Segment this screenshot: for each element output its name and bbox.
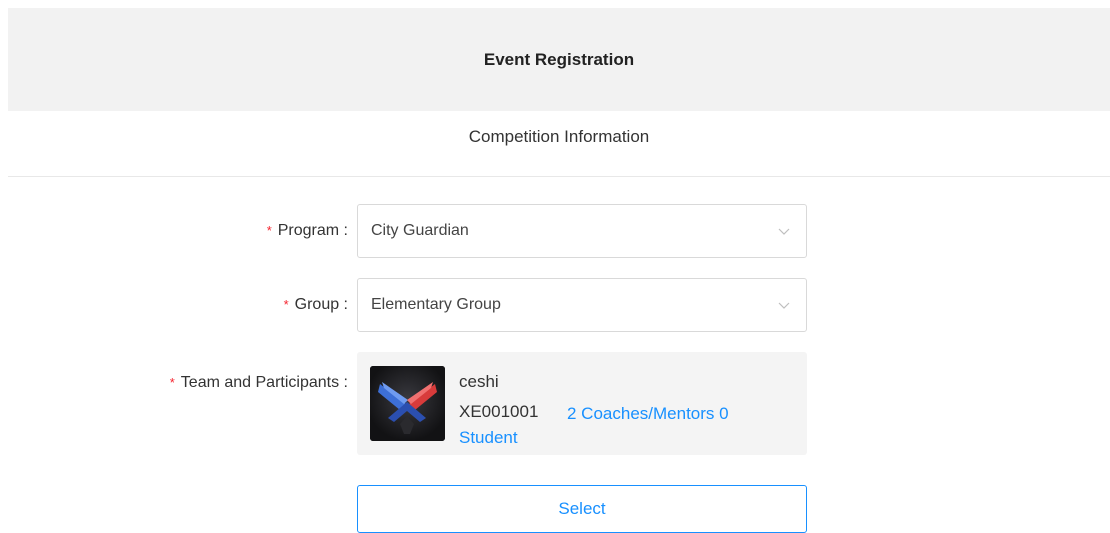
- group-label: * Group :: [284, 296, 348, 314]
- team-label-text: Team and Participants :: [180, 374, 348, 391]
- team-logo-icon: [370, 366, 445, 441]
- section-title: Competition Information: [468, 127, 650, 146]
- program-select-value: City Guardian: [371, 222, 469, 239]
- required-mark: *: [169, 375, 175, 390]
- team-card: ceshi XE001001 2 Coaches/Mentors 0 Stude…: [357, 352, 807, 455]
- team-members-link[interactable]: 2 Coaches/Mentors 0 Student: [459, 402, 789, 450]
- program-label: * Program :: [267, 222, 348, 240]
- page-title: Event Registration: [483, 49, 635, 69]
- page-header: Event Registration: [8, 8, 1110, 111]
- chevron-down-icon: [778, 228, 790, 235]
- group-label-text: Group :: [294, 296, 348, 313]
- group-select-value: Elementary Group: [371, 296, 501, 313]
- section-divider: [8, 176, 1110, 177]
- required-mark: *: [283, 297, 289, 312]
- program-label-text: Program :: [277, 222, 348, 239]
- program-select[interactable]: City Guardian: [357, 204, 807, 258]
- team-name: ceshi: [459, 372, 499, 391]
- team-label: * Team and Participants :: [170, 374, 348, 392]
- chevron-down-icon: [778, 302, 790, 309]
- select-team-button[interactable]: Select: [357, 485, 807, 533]
- group-select[interactable]: Elementary Group: [357, 278, 807, 332]
- required-mark: *: [266, 223, 272, 238]
